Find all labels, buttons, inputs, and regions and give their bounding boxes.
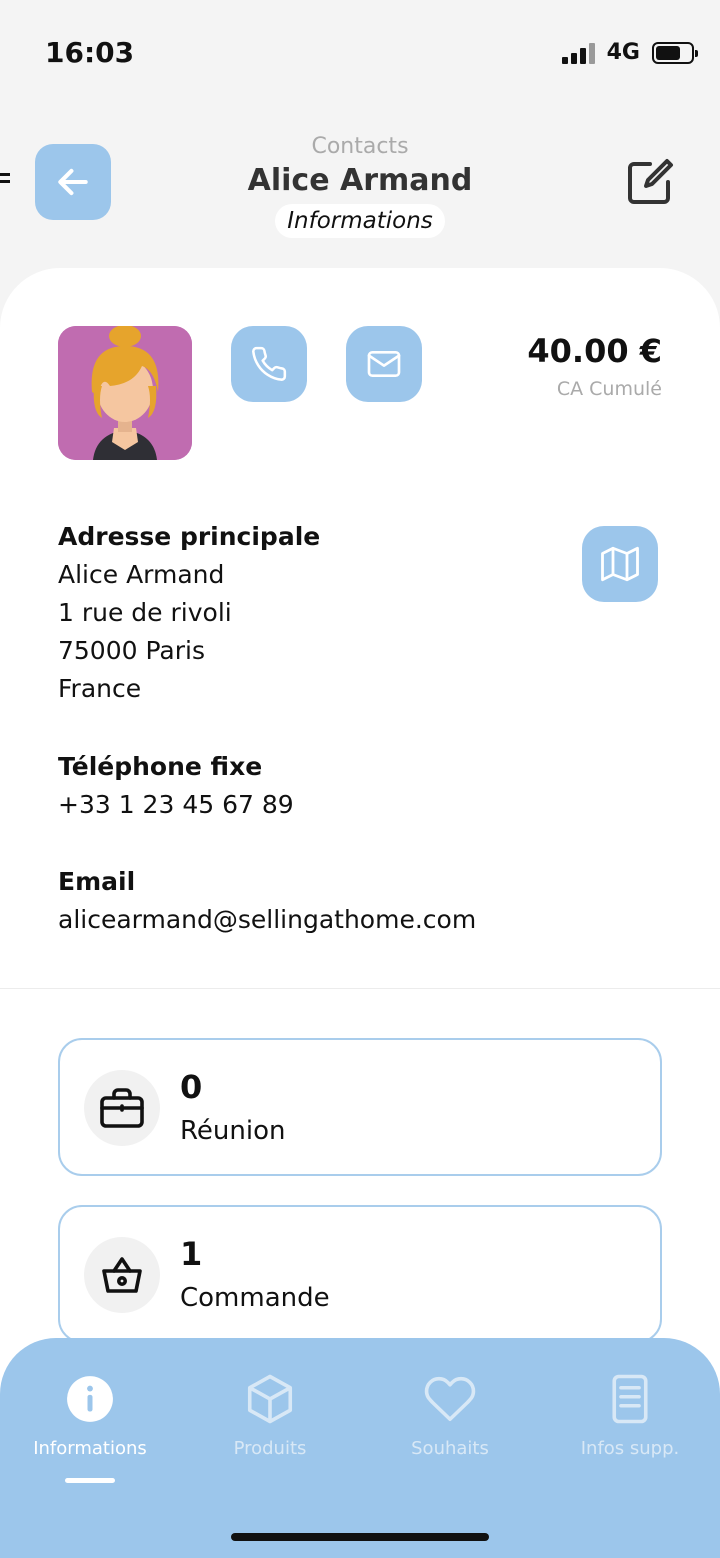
address-label: Adresse principale [58,522,321,551]
signal-icon [561,42,595,64]
breadcrumb[interactable]: Contacts [160,134,560,159]
call-button[interactable] [231,326,307,402]
status-time: 16:03 [45,36,135,69]
active-tab-indicator [65,1478,115,1483]
email-value[interactable]: alicearmand@sellingathome.com [58,901,476,939]
back-button[interactable] [35,144,111,220]
ca-value: 40.00 € [527,332,662,370]
map-icon [601,546,639,582]
status-bar: 16:03 4G [0,0,720,100]
orders-label: Commande [180,1283,330,1313]
meetings-label: Réunion [180,1116,286,1146]
mail-icon [367,351,401,377]
tab-label: Produits [233,1438,307,1459]
stat-icon-wrapper [84,1237,160,1313]
tab-souhaits[interactable]: Souhaits [360,1368,540,1459]
page-title: Alice Armand [247,163,473,198]
phone-icon [252,346,287,381]
phone-label: Téléphone fixe [58,752,263,781]
network-label: 4G [606,40,640,65]
tab-produits[interactable]: Produits [180,1368,360,1459]
tab-bar: Informations Produits Souhaits Infos sup… [0,1338,720,1558]
briefcase-icon [100,1088,144,1128]
meetings-count: 0 [180,1068,203,1106]
home-indicator[interactable] [231,1533,489,1541]
divider [0,988,720,989]
header-title-group: Contacts Alice Armand Informations [160,134,560,238]
tab-label: Infos supp. [580,1438,680,1459]
address-name: Alice Armand [58,560,225,589]
tab-label: Souhaits [411,1438,489,1459]
phone-block: Téléphone fixe +33 1 23 45 67 89 [58,748,294,824]
orders-card[interactable]: 1 Commande [58,1205,662,1343]
orders-count: 1 [180,1235,203,1273]
heart-icon [424,1376,476,1422]
address-country: France [58,674,142,703]
edit-button[interactable] [624,156,676,208]
phone-value[interactable]: +33 1 23 45 67 89 [58,786,294,824]
tab-infos-supp[interactable]: Infos supp. [540,1368,720,1459]
edit-icon [628,159,673,204]
status-indicators: 4G [561,40,698,65]
address-street: 1 rue de rivoli [58,598,232,627]
tab-label: Informations [33,1438,147,1459]
map-button[interactable] [582,526,658,602]
arrow-left-icon [58,168,88,196]
battery-icon [652,41,698,64]
email-block: Email alicearmand@sellingathome.com [58,863,476,939]
address-city: 75000 Paris [58,636,205,665]
ca-label: CA Cumulé [556,378,662,400]
basket-icon [102,1257,142,1293]
info-icon [67,1376,113,1422]
email-label: Email [58,867,136,896]
meetings-card[interactable]: 0 Réunion [58,1038,662,1176]
avatar-illustration-icon [58,326,192,460]
avatar [58,326,192,460]
box-icon [247,1374,293,1424]
address-block: Adresse principale Alice Armand 1 rue de… [58,518,320,708]
stat-icon-wrapper [84,1070,160,1146]
email-button[interactable] [346,326,422,402]
section-pill: Informations [275,204,445,238]
document-icon [612,1374,648,1424]
menu-icon[interactable] [0,173,10,187]
tab-informations[interactable]: Informations [0,1368,180,1459]
